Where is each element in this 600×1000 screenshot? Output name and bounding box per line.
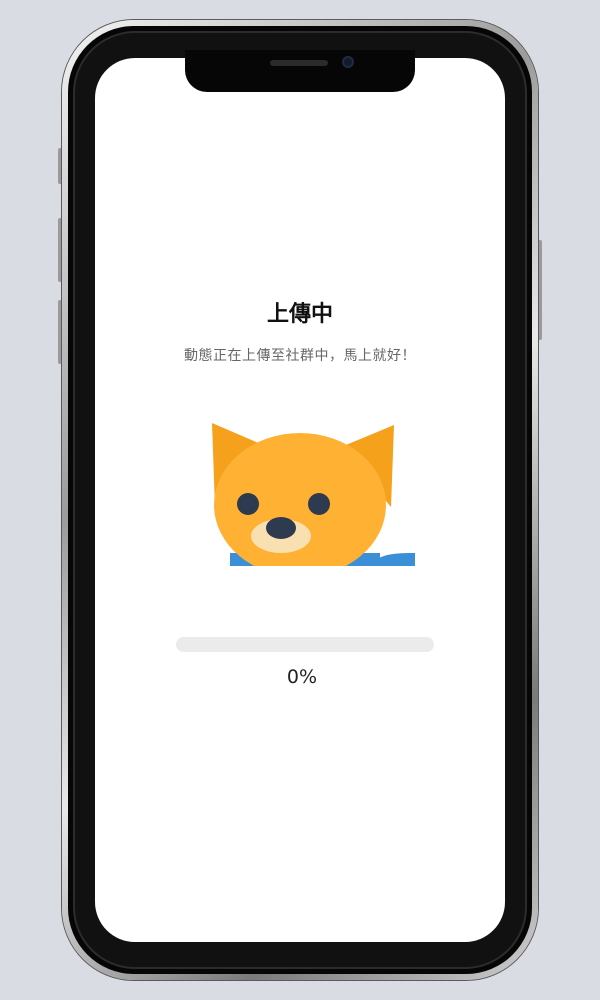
notch <box>185 50 415 92</box>
upload-progress-bar <box>176 637 434 652</box>
shiba-dog-icon <box>205 415 420 567</box>
earpiece-speaker <box>270 60 328 66</box>
upload-progress-percent: 0% <box>286 666 318 688</box>
upload-message: 動態正在上傳至社群中，馬上就好！ <box>184 348 416 364</box>
upload-title: 上傳中 <box>266 302 333 327</box>
phone-mockup: 上傳中 動態正在上傳至社群中，馬上就好！ 0% <box>0 0 600 1000</box>
front-camera <box>342 56 354 68</box>
